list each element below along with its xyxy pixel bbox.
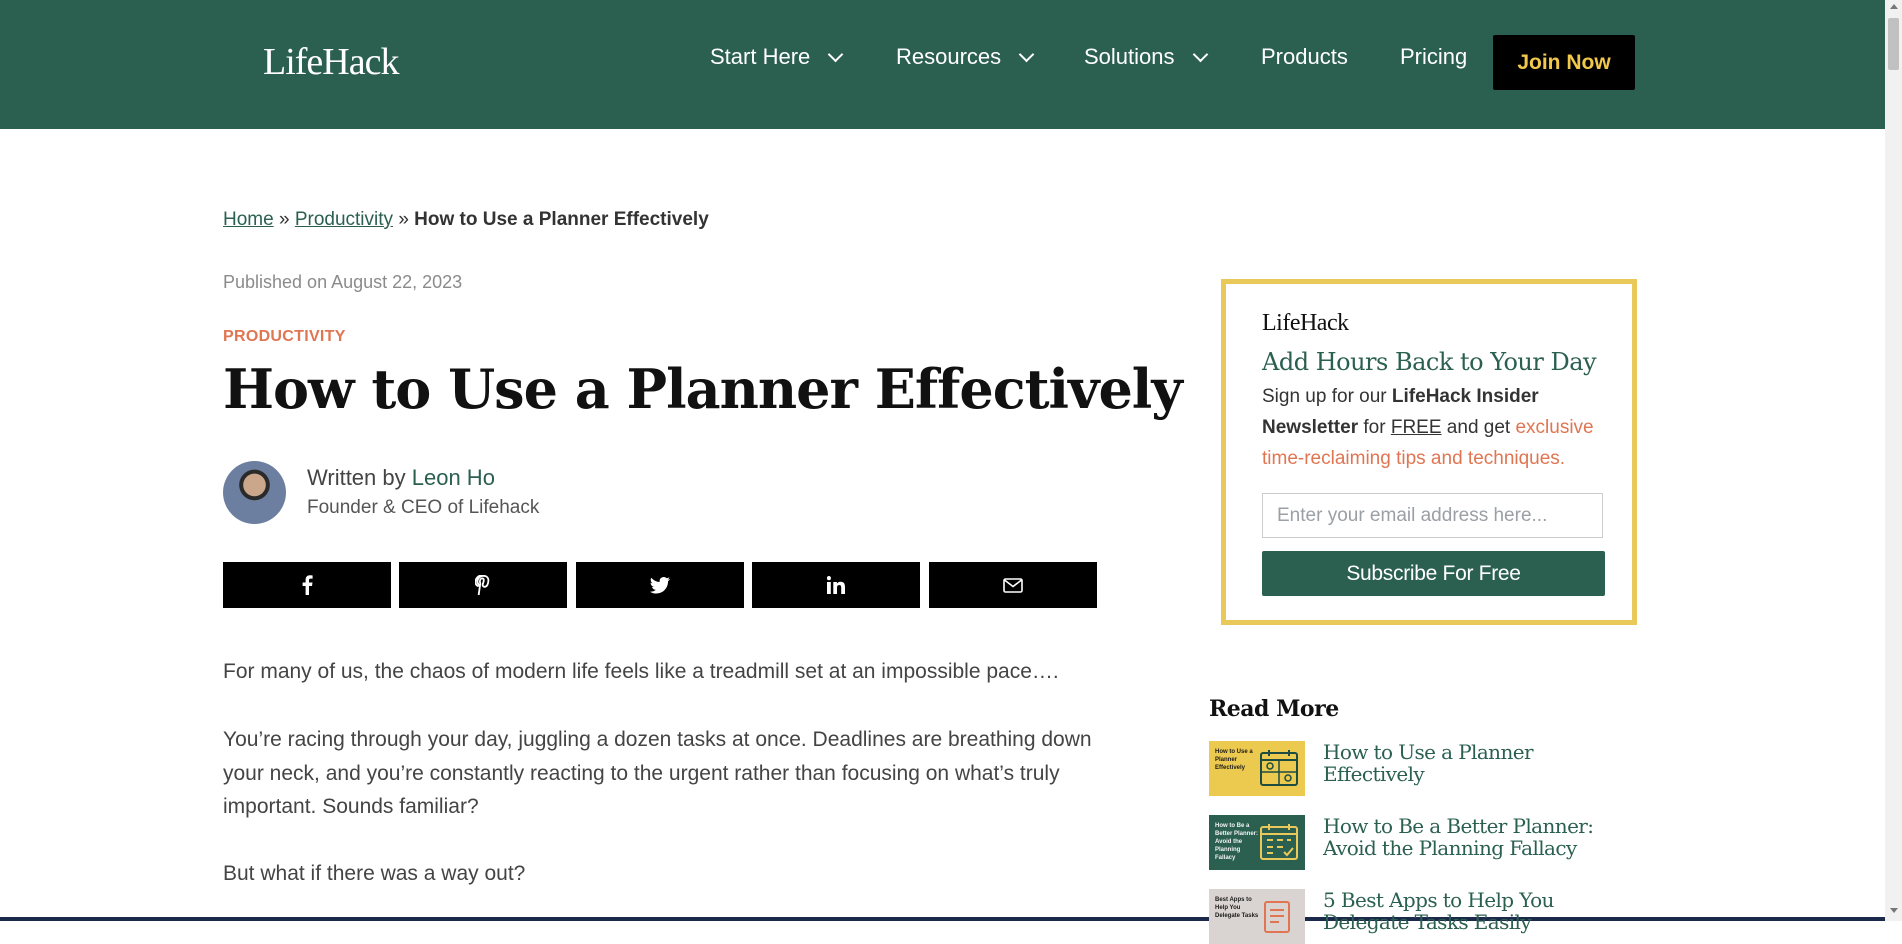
nav-solutions[interactable]: Solutions (1084, 44, 1208, 70)
calendar-check-icon (1260, 824, 1298, 860)
newsletter-logo: LifeHack (1262, 310, 1349, 336)
scroll-up-arrow-icon[interactable] (1890, 4, 1898, 9)
share-facebook-button[interactable] (223, 562, 391, 608)
nav-resources[interactable]: Resources (896, 44, 1035, 70)
nav-products[interactable]: Products (1261, 44, 1348, 70)
author-byline: Written by Leon Ho (307, 465, 495, 491)
article-paragraph: But what if there was a way out? (223, 862, 526, 885)
nav-label: Solutions (1084, 44, 1175, 69)
category-label[interactable]: PRODUCTIVITY (223, 328, 346, 346)
page-title: How to Use a Planner Effectively (223, 357, 1183, 421)
nav-label: Start Here (710, 44, 811, 69)
breadcrumb-category[interactable]: Productivity (295, 209, 393, 230)
breadcrumb-current: How to Use a Planner Effectively (414, 209, 709, 230)
facebook-icon (302, 575, 313, 595)
share-email-button[interactable] (929, 562, 1097, 608)
share-pinterest-button[interactable] (399, 562, 567, 608)
newsletter-heading: Add Hours Back to Your Day (1262, 348, 1597, 376)
thumbnail-text: How to Use a Planner Effectively (1215, 749, 1253, 771)
read-more-thumbnail[interactable]: Best Apps to Help You Delegate Tasks (1209, 889, 1305, 944)
thumbnail-text: Best Apps to Help You Delegate Tasks (1215, 897, 1259, 919)
linkedin-icon (827, 576, 845, 594)
scroll-down-arrow-icon[interactable] (1890, 908, 1898, 913)
chevron-down-icon (827, 46, 844, 62)
read-more-heading: Read More (1209, 696, 1339, 722)
scroll-thumb[interactable] (1888, 18, 1899, 70)
newsletter-signup-box: LifeHack Add Hours Back to Your Day Sign… (1221, 279, 1637, 625)
newsletter-text: and get (1441, 417, 1516, 438)
author-role: Founder & CEO of Lifehack (307, 497, 540, 518)
read-more-thumbnail[interactable]: How to Be a Better Planner: Avoid the Pl… (1209, 815, 1305, 870)
newsletter-free: FREE (1390, 417, 1442, 438)
email-field[interactable] (1262, 493, 1603, 538)
nav-start-here[interactable]: Start Here (710, 44, 844, 70)
written-by-label: Written by (307, 465, 406, 490)
newsletter-text: for (1358, 417, 1391, 438)
subscribe-button[interactable]: Subscribe For Free (1262, 551, 1605, 596)
site-header: LifeHack Start Here Resources Solutions … (0, 0, 1885, 129)
twitter-icon (650, 576, 670, 593)
page-scrollbar[interactable] (1885, 0, 1902, 921)
breadcrumb-separator: » (278, 209, 290, 230)
breadcrumb-separator: » (398, 209, 409, 230)
share-twitter-button[interactable] (576, 562, 744, 608)
newsletter-description: Sign up for our LifeHack Insider Newslet… (1262, 381, 1612, 474)
planner-calendar-icon (1260, 750, 1298, 786)
share-linkedin-button[interactable] (752, 562, 920, 608)
delegate-tasks-icon (1264, 901, 1290, 933)
nav-label: Resources (896, 44, 1002, 69)
read-more-link[interactable]: How to Be a Better Planner: Avoid the Pl… (1323, 815, 1633, 859)
join-now-button[interactable]: Join Now (1493, 35, 1635, 90)
nav-label: Products (1261, 44, 1348, 69)
published-date: Published on August 22, 2023 (223, 272, 463, 292)
pinterest-icon (475, 575, 490, 595)
breadcrumb-home[interactable]: Home (223, 209, 274, 230)
chevron-down-icon (1018, 46, 1035, 62)
breadcrumb: Home » Productivity » How to Use a Plann… (223, 209, 709, 231)
article-paragraph: For many of us, the chaos of modern life… (223, 660, 1059, 683)
site-logo[interactable]: LifeHack (263, 40, 399, 84)
thumbnail-text: How to Be a Better Planner: Avoid the Pl… (1215, 823, 1259, 861)
author-avatar[interactable] (223, 461, 286, 524)
read-more-link[interactable]: 5 Best Apps to Help You Delegate Tasks E… (1323, 889, 1633, 933)
newsletter-text: Sign up for our (1262, 386, 1392, 407)
chevron-down-icon (1192, 46, 1208, 62)
read-more-thumbnail[interactable]: How to Use a Planner Effectively (1209, 741, 1305, 796)
read-more-link[interactable]: How to Use a Planner Effectively (1323, 741, 1633, 785)
email-icon (1003, 577, 1023, 593)
author-link[interactable]: Leon Ho (412, 465, 495, 490)
article-paragraph: You’re racing through your day, juggling… (223, 728, 1092, 818)
nav-label: Pricing (1400, 44, 1468, 69)
nav-pricing[interactable]: Pricing (1400, 44, 1467, 70)
